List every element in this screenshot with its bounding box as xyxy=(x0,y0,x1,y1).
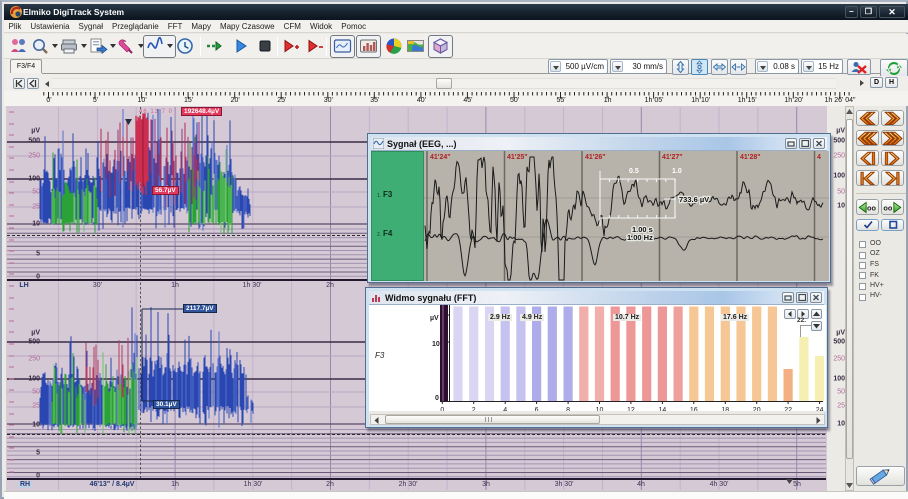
svg-text:22: 22 xyxy=(784,407,792,411)
svg-text:18: 18 xyxy=(721,407,729,411)
svg-text:8: 8 xyxy=(566,407,570,411)
svg-text:12: 12 xyxy=(627,407,635,411)
svg-text:41'24": 41'24" xyxy=(430,154,451,161)
svg-text:1.00 Hz: 1.00 Hz xyxy=(627,233,653,242)
svg-text:4: 4 xyxy=(817,154,821,161)
svg-text:733.6 µV: 733.6 µV xyxy=(679,195,709,204)
svg-text:10: 10 xyxy=(596,407,604,411)
svg-text:10: 10 xyxy=(432,341,440,348)
svg-text:20: 20 xyxy=(753,407,761,411)
svg-text:14: 14 xyxy=(659,407,667,411)
svg-text:16: 16 xyxy=(690,407,698,411)
svg-text:oo: oo xyxy=(867,204,876,213)
svg-text:41'27": 41'27" xyxy=(662,154,683,161)
svg-text:4: 4 xyxy=(503,407,507,411)
svg-text:24: 24 xyxy=(816,407,824,411)
svg-text:41'25": 41'25" xyxy=(507,154,528,161)
svg-text:6: 6 xyxy=(535,407,539,411)
svg-text:0: 0 xyxy=(440,407,444,411)
svg-text:2: 2 xyxy=(472,407,476,411)
svg-text:0: 0 xyxy=(435,395,439,402)
svg-text:oo: oo xyxy=(883,204,892,213)
svg-text:1.0: 1.0 xyxy=(672,168,682,175)
svg-text:0.5: 0.5 xyxy=(629,168,639,175)
svg-text:µV: µV xyxy=(430,315,439,322)
svg-text:F3: F3 xyxy=(375,351,385,360)
svg-text:41'28": 41'28" xyxy=(740,154,761,161)
svg-text:41'26": 41'26" xyxy=(585,154,606,161)
